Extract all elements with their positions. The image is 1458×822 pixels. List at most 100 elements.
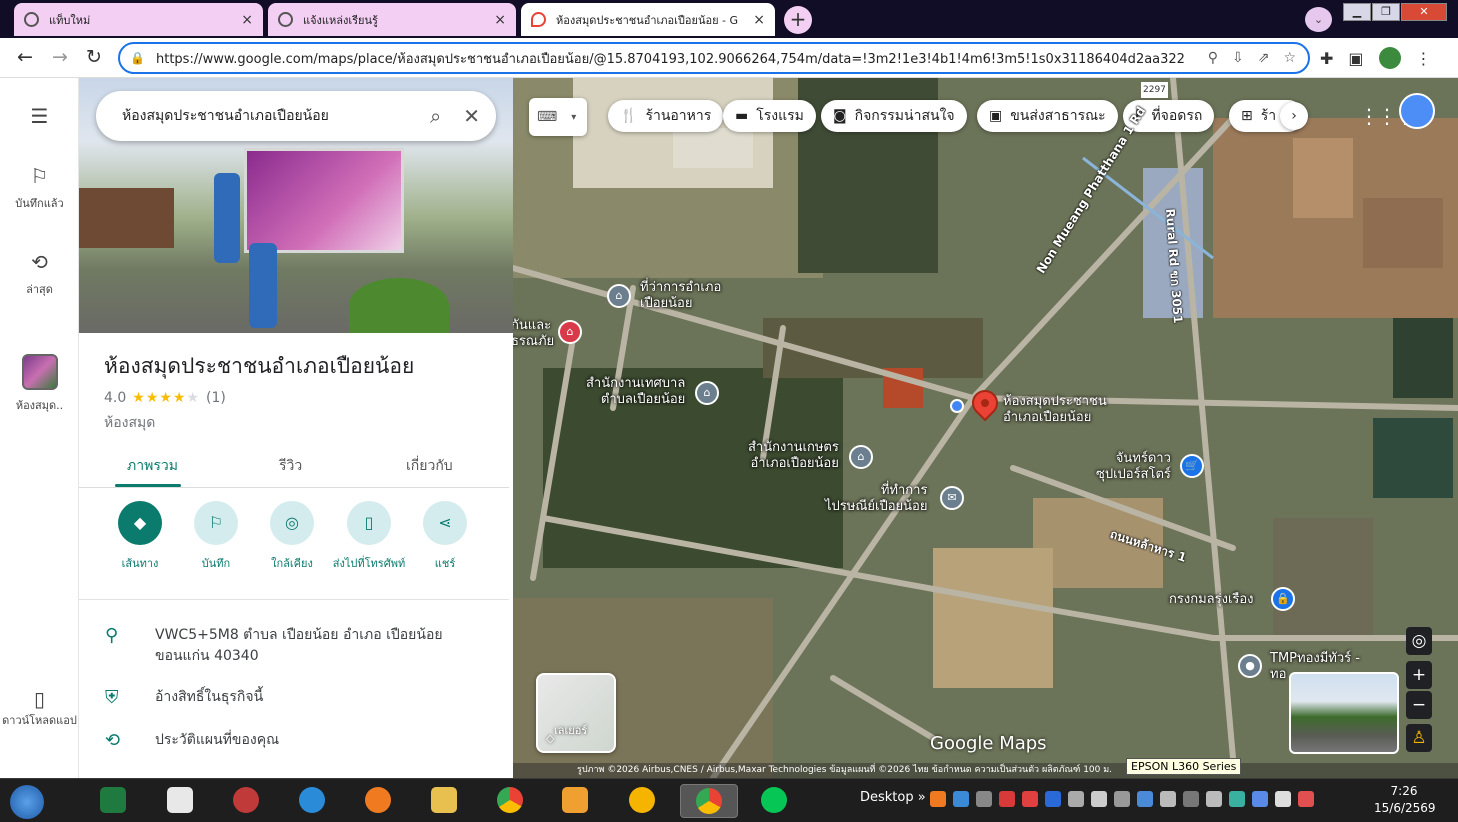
tray-icon[interactable] xyxy=(1160,791,1176,807)
chip-attractions[interactable]: ◙ กิจกรรมน่าสนใจ xyxy=(821,100,967,132)
tray-icon[interactable] xyxy=(1114,791,1130,807)
taskbar-ie[interactable] xyxy=(293,784,329,818)
tab-overview[interactable]: ภาพรวม xyxy=(127,455,178,477)
poi-post-office[interactable]: ที่ทำการ ไปรษณีย์เปือยน้อย xyxy=(825,483,927,515)
address-row[interactable]: ⚲ VWC5+5M8 ตำบล เปือยน้อย อำเภอ เปือยน้อ… xyxy=(105,625,465,667)
tray-icon[interactable] xyxy=(1183,791,1199,807)
address-bar[interactable]: 🔒 https://www.google.com/maps/place/ห้อง… xyxy=(118,42,1310,74)
windows-start-icon[interactable] xyxy=(10,785,44,819)
maximize-button[interactable]: ❐ xyxy=(1372,3,1400,21)
tab-about[interactable]: เกี่ยวกับ xyxy=(406,455,453,477)
government-icon[interactable]: ⌂ xyxy=(849,445,873,469)
reload-icon[interactable]: ↻ xyxy=(82,46,106,68)
desktop-toolbar[interactable]: Desktop » xyxy=(860,790,926,805)
taskbar-explorer[interactable] xyxy=(425,784,461,818)
taskbar-chrome-active[interactable] xyxy=(680,784,738,818)
tab-search-icon[interactable]: ⌄ xyxy=(1305,7,1332,32)
my-location-button[interactable]: ◎ xyxy=(1406,627,1432,655)
taskbar-excel[interactable] xyxy=(94,784,130,818)
shopping-cart-icon[interactable]: 🛒 xyxy=(1180,454,1204,478)
new-tab-button[interactable]: + xyxy=(784,6,812,34)
poi-district-office[interactable]: ที่ว่าการอำเภอ เปือยน้อย xyxy=(640,280,721,312)
account-avatar[interactable] xyxy=(1399,93,1435,129)
forward-icon[interactable]: → xyxy=(48,46,72,68)
chip-hotels[interactable]: ▬ โรงแรม xyxy=(723,100,816,132)
rail-recent-place[interactable]: ห้องสมุด.. xyxy=(0,354,79,414)
poi-library[interactable]: ห้องสมุดประชาชน อำเภอเปือยน้อย xyxy=(1003,394,1107,426)
claim-business-row[interactable]: ⛨ อ้างสิทธิ์ในธุรกิจนี้ xyxy=(105,687,263,708)
location-icon[interactable]: ⚲ xyxy=(1208,50,1218,66)
pegman-icon[interactable]: ♙ xyxy=(1406,724,1432,752)
profile-avatar[interactable] xyxy=(1378,47,1401,69)
review-count[interactable]: (1) xyxy=(206,390,226,406)
menu-icon[interactable]: ☰ xyxy=(0,104,79,134)
search-box[interactable]: ห้องสมุดประชาชนอำเภอเปือยน้อย ⌕ ✕ xyxy=(96,91,496,141)
share-button[interactable]: ⋖ แชร์ xyxy=(407,501,483,572)
share-icon[interactable]: ⇗ xyxy=(1258,50,1270,66)
tab-reviews[interactable]: รีวิว xyxy=(279,455,302,477)
taskbar-tool[interactable] xyxy=(227,784,263,818)
poi-krungkam[interactable]: กรงกมลรุ่งเรือง xyxy=(1169,592,1254,608)
save-button[interactable]: ⚐ บันทึก xyxy=(178,501,254,572)
close-icon[interactable]: × xyxy=(241,12,253,28)
zoom-in-button[interactable]: + xyxy=(1406,661,1432,689)
government-icon[interactable]: ⌂ xyxy=(607,284,631,308)
tab-maps[interactable]: ห้องสมุดประชาชนอำเภอเปือยน้อย - G × xyxy=(521,3,775,36)
install-icon[interactable]: ⇩ xyxy=(1232,50,1244,66)
poi-supermarket[interactable]: จันทร์ดาว ซุปเปอร์สโตร์ xyxy=(1096,451,1171,483)
tray-icon[interactable] xyxy=(1137,791,1153,807)
tab-learning-source[interactable]: แจ้งแหล่งเรียนรู้ × xyxy=(268,3,516,36)
tray-icon[interactable] xyxy=(1045,791,1061,807)
close-icon[interactable]: × xyxy=(753,12,765,28)
send-to-phone-button[interactable]: ▯ ส่งไปที่โทรศัพท์ xyxy=(331,501,407,572)
tray-icon[interactable] xyxy=(1022,791,1038,807)
network-icon[interactable] xyxy=(1275,791,1291,807)
poi-agri-office[interactable]: สำนักงานเกษตร อำเภอเปือยน้อย xyxy=(748,440,839,472)
taskbar-firefox[interactable] xyxy=(359,784,395,818)
taskbar-media[interactable] xyxy=(556,784,592,818)
menu-kebab-icon[interactable]: ⋮ xyxy=(1416,49,1432,68)
place-icon[interactable]: ● xyxy=(1238,654,1262,678)
chip-restaurants[interactable]: 🍴 ร้านอาหาร xyxy=(608,100,724,132)
tray-icon[interactable] xyxy=(976,791,992,807)
place-category[interactable]: ห้องสมุด xyxy=(104,412,155,434)
tray-icon[interactable] xyxy=(1091,791,1107,807)
government-red-icon[interactable]: ⌂ xyxy=(558,320,582,344)
zoom-out-button[interactable]: − xyxy=(1406,691,1432,719)
keyboard-input-button[interactable]: ⌨ ▾ xyxy=(529,98,587,136)
url-text[interactable]: https://www.google.com/maps/place/ห้องสม… xyxy=(156,48,1208,69)
poi-disaster-office[interactable]: กันและ ธรณภัย xyxy=(513,318,554,350)
flag-icon[interactable] xyxy=(1298,791,1314,807)
lock-shop-icon[interactable]: 🔒 xyxy=(1271,587,1295,611)
taskbar-chrome[interactable] xyxy=(491,784,527,818)
directions-button[interactable]: ◆ เส้นทาง xyxy=(102,501,178,572)
nearby-button[interactable]: ◎ ใกล้เคียง xyxy=(254,501,330,572)
chevron-right-icon[interactable]: › xyxy=(1280,102,1308,130)
shield-tray-icon[interactable] xyxy=(1252,791,1268,807)
street-view-preview[interactable] xyxy=(1289,672,1399,754)
search-icon[interactable]: ⌕ xyxy=(430,104,441,128)
taskbar-line[interactable] xyxy=(755,784,791,818)
minimize-button[interactable]: ▁ xyxy=(1343,3,1371,21)
tray-icon[interactable] xyxy=(999,791,1015,807)
tray-icon[interactable] xyxy=(1229,791,1245,807)
map-history-row[interactable]: ⟲ ประวัติแผนที่ของคุณ xyxy=(105,730,279,751)
taskbar-calendar[interactable] xyxy=(161,784,197,818)
satellite-map[interactable]: ⌨ ▾ 🍴 ร้านอาหาร ▬ โรงแรม ◙ กิจกรรมน่าสนใจ ▣ ข… xyxy=(513,78,1458,778)
tab-new-tab[interactable]: แท็บใหม่ × xyxy=(14,3,263,36)
taskbar-security[interactable] xyxy=(623,784,659,818)
extensions-icon[interactable]: ✚ xyxy=(1320,49,1333,68)
lock-icon[interactable]: 🔒 xyxy=(130,51,145,65)
back-icon[interactable]: ← xyxy=(13,46,37,68)
search-input[interactable]: ห้องสมุดประชาชนอำเภอเปือยน้อย xyxy=(122,105,408,127)
government-icon[interactable]: ⌂ xyxy=(695,381,719,405)
chip-transit[interactable]: ▣ ขนส่งสาธารณะ xyxy=(977,100,1118,132)
window-close-button[interactable]: ✕ xyxy=(1401,3,1447,21)
layers-button[interactable]: ◇ เลเยอร์ xyxy=(536,673,616,753)
close-icon[interactable]: ✕ xyxy=(463,104,480,128)
rail-download-app[interactable]: ▯ ดาวน์โหลดแอป xyxy=(0,689,79,728)
rail-saved[interactable]: ⚐ บันทึกแล้ว xyxy=(0,164,79,212)
poi-municipality[interactable]: สำนักงานเทศบาล ตำบลเปือยน้อย xyxy=(586,376,685,408)
bookmark-star-icon[interactable]: ☆ xyxy=(1283,50,1296,66)
side-panel-icon[interactable]: ▣ xyxy=(1348,49,1363,68)
